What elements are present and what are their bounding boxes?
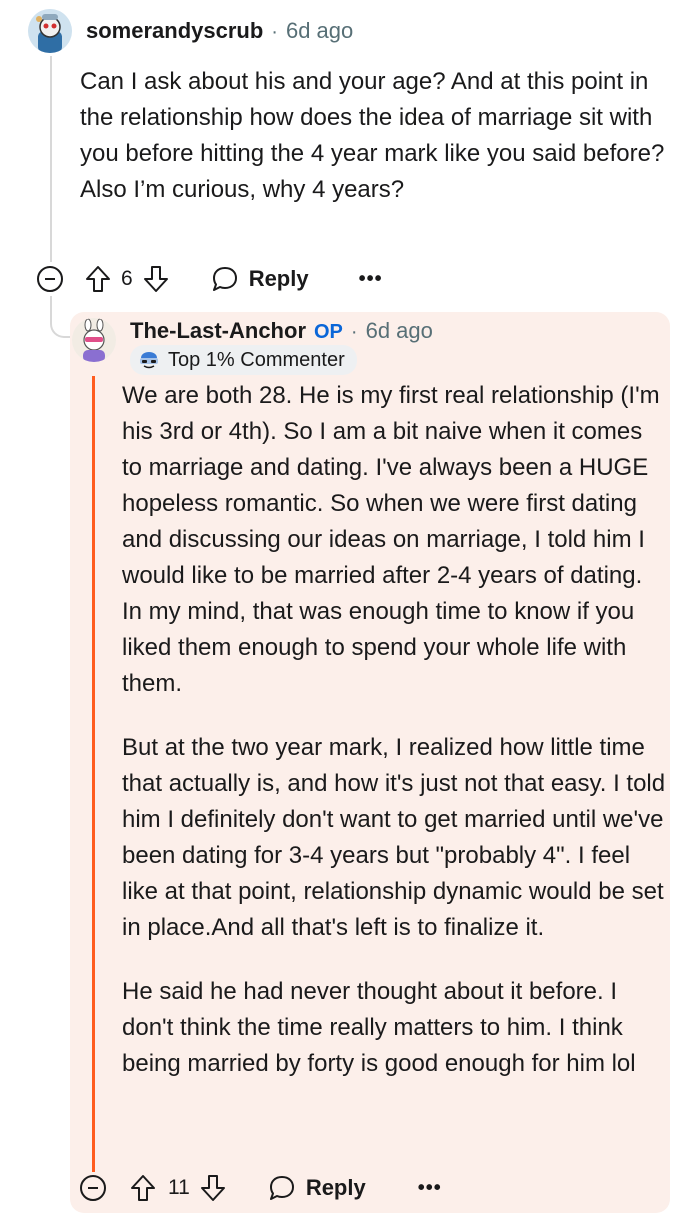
- timestamp[interactable]: 6d ago: [286, 18, 353, 44]
- upvote-button[interactable]: [85, 265, 111, 293]
- username[interactable]: somerandyscrub: [86, 18, 263, 44]
- thread-line: [50, 56, 52, 262]
- speech-bubble-icon: [269, 1176, 294, 1200]
- downvote-button[interactable]: [143, 265, 169, 293]
- comment-actions: 6 Reply •••: [37, 262, 383, 296]
- downvote-arrow-icon: [200, 1175, 225, 1201]
- comment-text: Can I ask about his and your age? And at…: [80, 68, 665, 203]
- comment-body: We are both 28. He is my first real rela…: [122, 378, 667, 1082]
- vote-count: 6: [121, 267, 133, 290]
- downvote-button[interactable]: [200, 1174, 226, 1202]
- reply-label: Reply: [305, 1175, 366, 1200]
- timestamp[interactable]: 6d ago: [366, 318, 433, 344]
- reply-button[interactable]: Reply: [268, 1174, 366, 1202]
- upvote-arrow-icon: [86, 266, 110, 292]
- collapse-thread-button[interactable]: [37, 266, 63, 292]
- comment-body: Can I ask about his and your age? And at…: [80, 64, 670, 208]
- upvote-arrow-icon: [131, 1175, 155, 1201]
- comment-paragraph: He said he had never thought about it be…: [122, 978, 636, 1077]
- comment-actions: 11 Reply •••: [80, 1171, 442, 1205]
- comment-paragraph: We are both 28. He is my first real rela…: [122, 382, 660, 697]
- commenter-badge[interactable]: Top 1% Commenter: [130, 345, 357, 375]
- thread-accent-bar: [92, 376, 95, 1172]
- reply-button[interactable]: Reply: [211, 265, 309, 293]
- comment-header: somerandyscrub · 6d ago: [86, 18, 353, 44]
- speech-bubble-icon: [212, 267, 237, 291]
- separator-dot: ·: [350, 321, 358, 343]
- username[interactable]: The-Last-Anchor: [130, 318, 306, 344]
- vote-count: 11: [168, 1176, 190, 1199]
- separator-dot: ·: [271, 21, 278, 43]
- minus-icon: [45, 278, 55, 280]
- more-options-button[interactable]: •••: [359, 268, 383, 291]
- upvote-button[interactable]: [130, 1174, 156, 1202]
- top-commenter-icon: [140, 352, 158, 369]
- avatar-image: [72, 318, 116, 362]
- avatar-image: [28, 9, 72, 53]
- op-label: OP: [314, 321, 343, 343]
- minus-icon: [88, 1187, 98, 1189]
- reply-label: Reply: [248, 266, 309, 291]
- avatar[interactable]: [72, 318, 116, 362]
- avatar[interactable]: [28, 9, 72, 53]
- comment-paragraph: But at the two year mark, I realized how…: [122, 734, 666, 941]
- downvote-arrow-icon: [143, 266, 168, 292]
- more-options-button[interactable]: •••: [418, 1177, 442, 1200]
- comment-header: The-Last-Anchor OP · 6d ago: [130, 318, 433, 344]
- badge-label: Top 1% Commenter: [168, 348, 345, 371]
- collapse-thread-button[interactable]: [80, 1175, 106, 1201]
